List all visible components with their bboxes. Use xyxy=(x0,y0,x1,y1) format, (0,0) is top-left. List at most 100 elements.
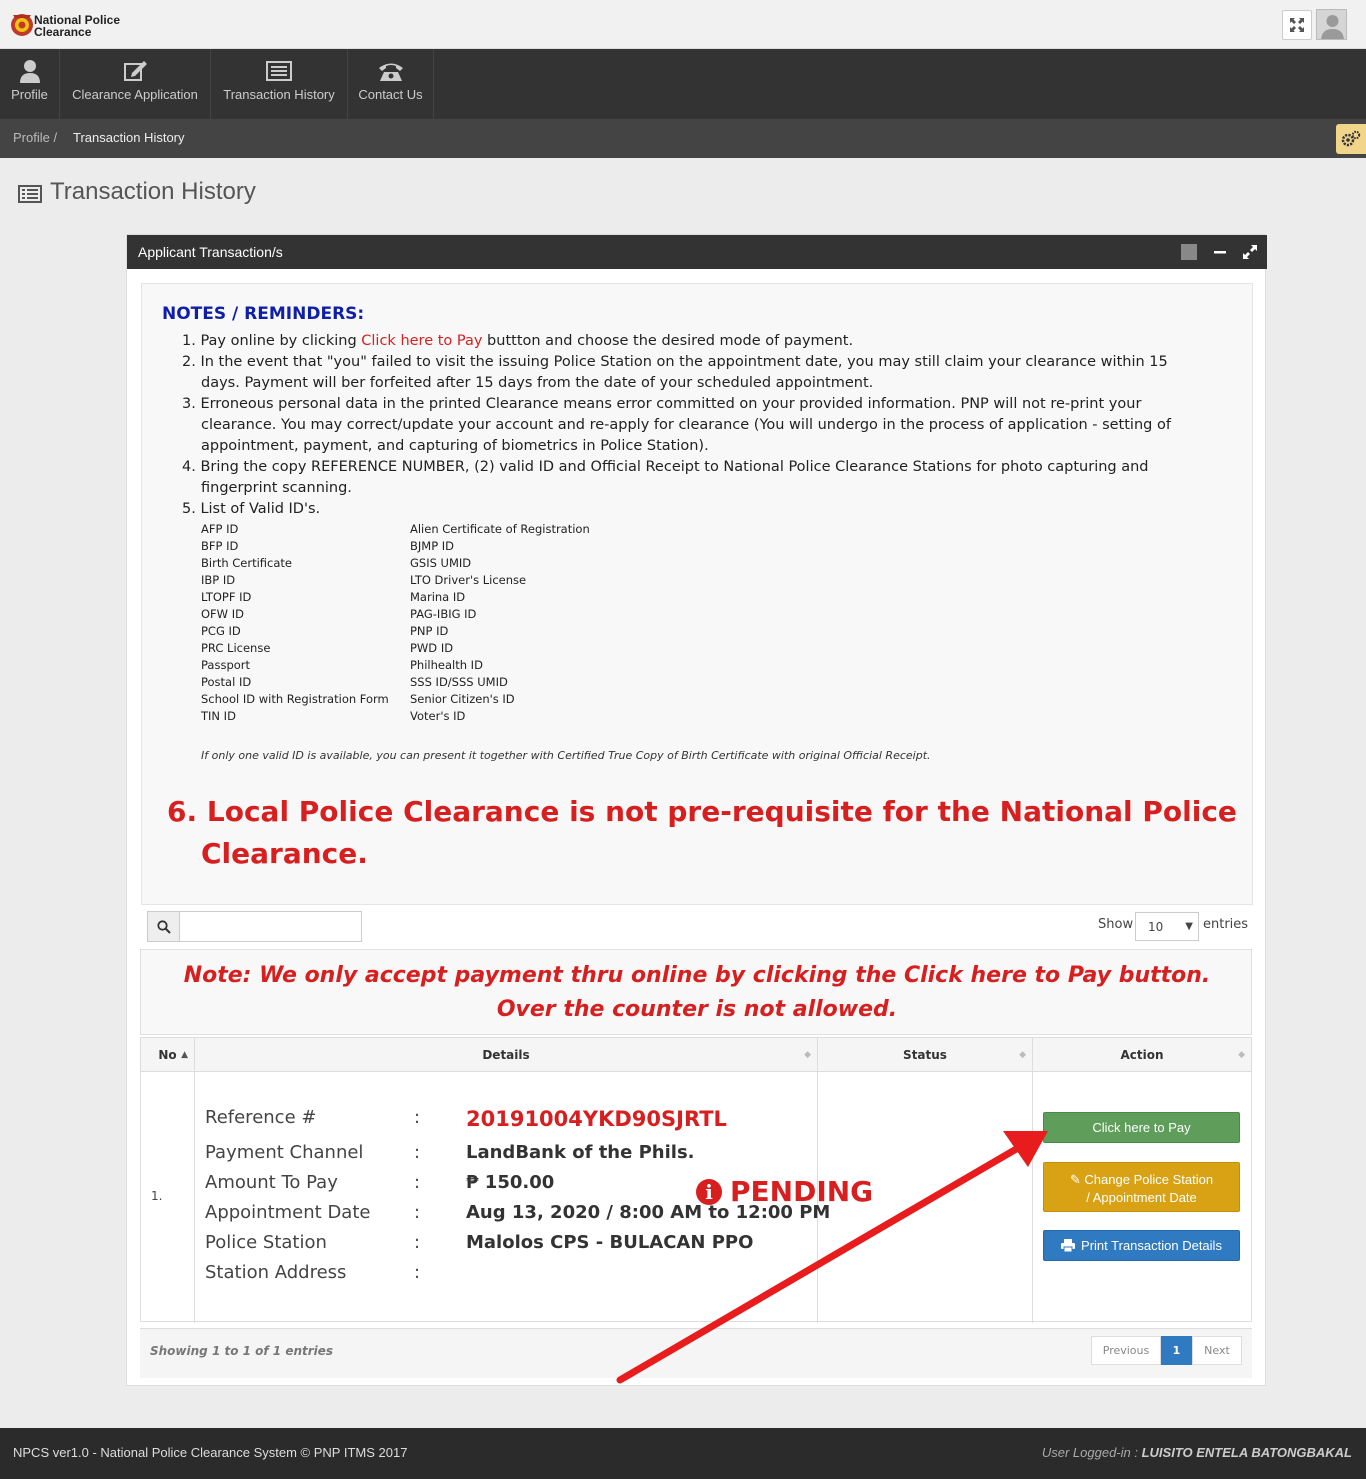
payment-note-line1: Note: We only accept payment thru online… xyxy=(183,963,1211,988)
valid-id-item: PNP ID xyxy=(410,624,449,638)
nav-profile[interactable]: Profile xyxy=(0,49,60,119)
valid-id-item: Passport xyxy=(201,658,251,672)
valid-id-item: School ID with Registration Form xyxy=(201,692,389,706)
settings-button[interactable] xyxy=(1336,124,1366,154)
note-1: 1. Pay online by clicking Click here to … xyxy=(182,333,853,349)
panel-title: Applicant Transaction/s xyxy=(138,244,283,260)
station-value: Malolos CPS - BULACAN PPO xyxy=(466,1232,754,1253)
minus-icon xyxy=(1214,251,1226,254)
note-3b: clearance. You may correct/update your a… xyxy=(201,417,1171,433)
valid-id-item: BFP ID xyxy=(201,539,239,553)
fullscreen-button[interactable] xyxy=(1282,10,1312,40)
note-4a: 4. Bring the copy REFERENCE NUMBER, (2) … xyxy=(182,459,1149,475)
print-details-label: Print Transaction Details xyxy=(1081,1238,1222,1253)
edit-icon xyxy=(124,61,147,81)
valid-id-item: Senior Citizen's ID xyxy=(410,692,515,706)
avatar-icon xyxy=(1317,10,1346,39)
nav-clearance-label: Clearance Application xyxy=(72,87,198,102)
list-icon xyxy=(266,61,292,81)
table-cell-no: 1. xyxy=(141,1072,195,1323)
search-input[interactable] xyxy=(180,911,362,942)
print-icon xyxy=(1061,1239,1076,1253)
chevron-down-icon: ▼ xyxy=(1185,921,1193,932)
valid-id-item: GSIS UMID xyxy=(410,556,472,570)
valid-id-item: PWD ID xyxy=(410,641,454,655)
user-avatar[interactable] xyxy=(1316,9,1347,40)
phone-icon xyxy=(378,63,403,81)
pagination-page-1[interactable]: 1 xyxy=(1161,1336,1192,1365)
table-header-details[interactable]: Details ◆ xyxy=(195,1038,818,1072)
valid-id-item: OFW ID xyxy=(201,607,244,621)
show-label: Show xyxy=(1098,917,1134,932)
search-addon xyxy=(147,911,180,942)
change-station-button[interactable]: ✎ Change Police Station / Appointment Da… xyxy=(1043,1162,1240,1212)
note-3c: appointment, payment, and capturing of b… xyxy=(201,438,709,454)
valid-id-item: Birth Certificate xyxy=(201,556,293,570)
user-icon xyxy=(19,60,40,83)
page-footer: NPCS ver1.0 - National Police Clearance … xyxy=(0,1428,1366,1479)
table-header-action[interactable]: Action ◆ xyxy=(1033,1038,1251,1072)
detail-label-payment-channel: Payment Channel xyxy=(205,1142,364,1163)
note-3a: 3. Erroneous personal data in the printe… xyxy=(182,396,1142,412)
valid-id-item: Voter's ID xyxy=(410,709,466,723)
breadcrumb-profile[interactable]: Profile / xyxy=(13,130,57,145)
panel-color-toggle[interactable] xyxy=(1180,243,1198,261)
print-details-button[interactable]: Print Transaction Details xyxy=(1043,1230,1240,1261)
valid-id-item: SSS ID/SSS UMID xyxy=(410,675,508,689)
status-badge: i PENDING xyxy=(696,1175,873,1208)
expand-icon xyxy=(1290,18,1304,32)
pagination-next[interactable]: Next xyxy=(1192,1336,1242,1365)
nav-transaction-history[interactable]: Transaction History xyxy=(211,49,348,119)
entries-select[interactable]: 10 ▼ xyxy=(1135,912,1199,941)
note-1-text: 1. Pay online by clicking xyxy=(182,333,362,349)
valid-id-item: PRC License xyxy=(201,641,271,655)
notes-title: NOTES / REMINDERS: xyxy=(162,304,365,324)
gears-icon xyxy=(1341,130,1361,147)
panel-header: Applicant Transaction/s xyxy=(127,235,1267,269)
breadcrumb: Profile / Transaction History xyxy=(0,119,1366,158)
detail-colon: : xyxy=(414,1107,421,1128)
nav-clearance-application[interactable]: Clearance Application xyxy=(60,49,211,119)
footer-user-name: LUISITO ENTELA BATONGBAKAL xyxy=(1141,1445,1352,1460)
status-text: PENDING xyxy=(730,1175,874,1208)
panel-minimize-button[interactable] xyxy=(1211,243,1229,261)
nav-profile-label: Profile xyxy=(11,87,48,102)
payment-note-line2: Over the counter is not allowed. xyxy=(496,997,898,1022)
edit-icon: ✎ xyxy=(1069,1172,1085,1187)
valid-id-item: Philhealth ID xyxy=(410,658,483,672)
detail-colon: : xyxy=(414,1172,421,1193)
header-status-label: Status xyxy=(903,1048,947,1062)
valid-id-footnote: If only one valid ID is available, you c… xyxy=(201,749,931,762)
note-2b: days. Payment will ber forfeited after 1… xyxy=(201,375,874,391)
detail-label-address: Station Address xyxy=(205,1262,347,1283)
header-action-label: Action xyxy=(1120,1048,1164,1062)
top-bar: National Police Clearance xyxy=(0,0,1366,49)
table-header-no[interactable]: No ▲ xyxy=(141,1038,195,1072)
pay-button[interactable]: Click here to Pay xyxy=(1043,1112,1240,1143)
detail-colon: : xyxy=(414,1262,421,1283)
valid-id-item: LTOPF ID xyxy=(201,590,252,604)
change-station-label-2: / Appointment Date xyxy=(1086,1190,1197,1205)
valid-id-item: PAG-IBIG ID xyxy=(410,607,477,621)
sort-icon: ◆ xyxy=(1019,1050,1026,1060)
note-6b: Clearance. xyxy=(201,837,368,870)
valid-id-item: LTO Driver's License xyxy=(410,573,527,587)
valid-id-item: BJMP ID xyxy=(410,539,455,553)
detail-colon: : xyxy=(414,1202,421,1223)
detail-label-appointment: Appointment Date xyxy=(205,1202,371,1223)
valid-id-item: TIN ID xyxy=(201,709,236,723)
breadcrumb-current: Transaction History xyxy=(73,130,185,145)
entries-select-value: 10 xyxy=(1148,920,1164,934)
panel-expand-button[interactable] xyxy=(1241,243,1259,261)
note-6a: 6. Local Police Clearance is not pre-req… xyxy=(167,795,1237,828)
main-nav: Profile Clearance Application Transactio… xyxy=(0,49,1366,119)
note-1-link: Click here to Pay xyxy=(361,333,483,349)
nav-contact-us[interactable]: Contact Us xyxy=(348,49,434,119)
nav-transaction-label: Transaction History xyxy=(223,87,335,102)
info-icon: i xyxy=(696,1179,722,1205)
table-header-status[interactable]: Status ◆ xyxy=(818,1038,1033,1072)
footer-user-label: User Logged-in : xyxy=(1041,1445,1142,1460)
pagination-previous[interactable]: Previous xyxy=(1091,1336,1161,1365)
logo-text: National Police Clearance xyxy=(34,13,121,39)
footer-copyright: NPCS ver1.0 - National Police Clearance … xyxy=(13,1445,408,1460)
